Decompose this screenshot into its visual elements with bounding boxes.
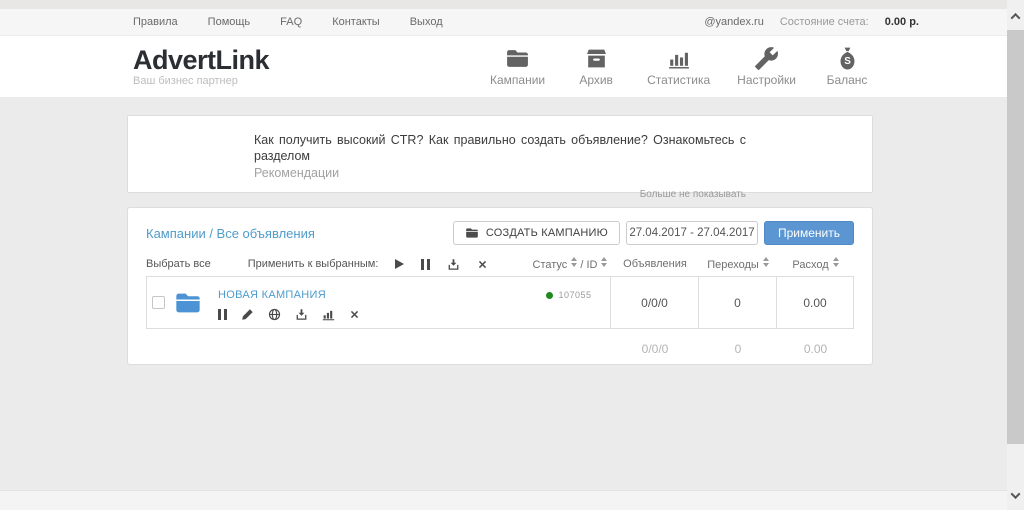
notice-recommendations-link[interactable]: Рекомендации <box>254 166 746 180</box>
nav-label: Кампании <box>490 73 546 87</box>
delete-x-icon[interactable] <box>349 309 360 320</box>
totals-clicks: 0 <box>734 342 742 356</box>
totals-row: 0/0/0 0 0.00 <box>146 342 854 356</box>
download-icon[interactable] <box>447 258 460 271</box>
topbar-link-contacts[interactable]: Контакты <box>332 16 380 28</box>
scrollbar[interactable] <box>1007 0 1024 510</box>
nav-label: Баланс <box>826 73 868 87</box>
notice-dismiss-link[interactable]: Больше не показывать <box>254 189 746 200</box>
campaign-actions <box>218 308 360 321</box>
chevron-up-icon <box>1010 12 1021 23</box>
balance-label: Состояние счета: <box>779 16 869 28</box>
nav-label: Настройки <box>737 73 796 87</box>
totals-spend: 0.00 <box>803 342 828 356</box>
scroll-up-button[interactable] <box>1007 8 1024 25</box>
download-icon[interactable] <box>295 308 308 321</box>
footer-strip <box>0 490 1007 510</box>
topbar-account: @yandex.ru Состояние счета: 0.00 р. <box>704 16 919 28</box>
money-bag-icon: S <box>835 46 860 71</box>
topbar-link-help[interactable]: Помощь <box>208 16 251 28</box>
campaign-clicks-value: 0 <box>698 277 776 328</box>
nav-item-archive[interactable]: Архив <box>572 46 620 87</box>
notice-box: Как получить высокий CTR? Как правильно … <box>127 115 873 200</box>
scroll-down-button[interactable] <box>1007 487 1024 504</box>
nav-item-settings[interactable]: Настройки <box>737 46 796 87</box>
column-header-clicks[interactable]: Переходы <box>699 257 777 271</box>
top-strip <box>0 0 1007 9</box>
row-checkbox[interactable] <box>152 296 165 309</box>
topbar: Правила Помощь FAQ Контакты Выход @yande… <box>0 9 1007 36</box>
notice-text: Как получить высокий CTR? Как правильно … <box>254 133 746 163</box>
sort-icon <box>601 257 608 267</box>
campaign-name-link[interactable]: НОВАЯ КАМПАНИЯ <box>218 289 326 301</box>
campaign-spend-value: 0.00 <box>776 277 853 328</box>
stats-icon[interactable] <box>322 308 335 321</box>
edit-pencil-icon[interactable] <box>241 308 254 321</box>
bulk-actions <box>395 258 488 271</box>
select-all-link[interactable]: Выбрать все <box>146 258 211 270</box>
nav-label: Статистика <box>647 73 711 87</box>
archive-box-icon <box>584 46 609 71</box>
folder-icon <box>465 226 479 240</box>
account-email: @yandex.ru <box>704 16 764 28</box>
folder-icon <box>505 46 530 71</box>
header: AdvertLink Ваш бизнес партнер Кампании А… <box>0 36 1007 97</box>
column-header-ads[interactable]: Объявления <box>611 258 699 270</box>
apply-date-button[interactable]: Применить <box>763 221 854 245</box>
date-range-input[interactable] <box>625 221 758 245</box>
wrench-icon <box>754 46 779 71</box>
sort-icon <box>762 257 769 267</box>
chevron-down-icon <box>1010 489 1021 500</box>
nav-item-campaigns[interactable]: Кампании <box>490 46 545 87</box>
create-campaign-label: СОЗДАТЬ КАМПАНИЮ <box>485 227 608 239</box>
campaign-id: 107055 <box>558 290 592 300</box>
brand: AdvertLink Ваш бизнес партнер <box>133 46 270 87</box>
sort-icon <box>571 257 578 267</box>
nav-item-balance[interactable]: S Баланс <box>823 46 871 87</box>
sort-icon <box>832 257 839 267</box>
table-toolbar: Выбрать все Применить к выбранным: Стату… <box>146 257 854 271</box>
campaigns-panel: Кампании / Все объявления СОЗДАТЬ КАМПАН… <box>127 207 873 365</box>
column-header-spend[interactable]: Расход <box>777 257 854 271</box>
campaign-table: НОВАЯ КАМПАНИЯ 107055 0/0/0 0 0.00 <box>146 276 854 329</box>
delete-x-icon[interactable] <box>477 259 488 270</box>
apply-selected-label: Применить к выбранным: <box>247 258 379 270</box>
main-nav: Кампании Архив Статистика Настройки S Ба… <box>490 46 871 87</box>
panel-header: Кампании / Все объявления СОЗДАТЬ КАМПАН… <box>146 221 854 245</box>
page-background: Правила Помощь FAQ Контакты Выход @yande… <box>0 0 1007 510</box>
bar-chart-icon <box>666 46 691 71</box>
topbar-link-faq[interactable]: FAQ <box>280 16 302 28</box>
totals-ads: 0/0/0 <box>641 342 669 356</box>
create-campaign-button[interactable]: СОЗДАТЬ КАМПАНИЮ <box>452 221 620 245</box>
table-row: НОВАЯ КАМПАНИЯ <box>147 277 528 328</box>
pause-icon[interactable] <box>421 258 431 270</box>
topbar-link-logout[interactable]: Выход <box>410 16 443 28</box>
balance-value: 0.00 р. <box>884 16 919 28</box>
globe-icon[interactable] <box>268 308 281 321</box>
svg-text:S: S <box>844 56 851 67</box>
column-header-status-id[interactable]: Статус / ID <box>529 257 611 271</box>
campaign-status-cell: 107055 <box>528 277 610 328</box>
status-dot-icon <box>546 291 554 299</box>
breadcrumb[interactable]: Кампании / Все объявления <box>146 226 315 241</box>
topbar-link-rules[interactable]: Правила <box>133 16 178 28</box>
panel-actions: СОЗДАТЬ КАМПАНИЮ Применить <box>452 221 854 245</box>
play-icon[interactable] <box>395 259 405 269</box>
pause-icon[interactable] <box>218 308 227 320</box>
scrollbar-thumb[interactable] <box>1007 30 1024 444</box>
campaign-folder-icon[interactable] <box>174 289 202 317</box>
nav-item-statistics[interactable]: Статистика <box>647 46 710 87</box>
campaign-ads-value: 0/0/0 <box>610 277 698 328</box>
topbar-links: Правила Помощь FAQ Контакты Выход <box>133 16 443 28</box>
tagline: Ваш бизнес партнер <box>133 75 238 87</box>
nav-label: Архив <box>579 73 613 87</box>
logo[interactable]: AdvertLink <box>133 46 270 74</box>
